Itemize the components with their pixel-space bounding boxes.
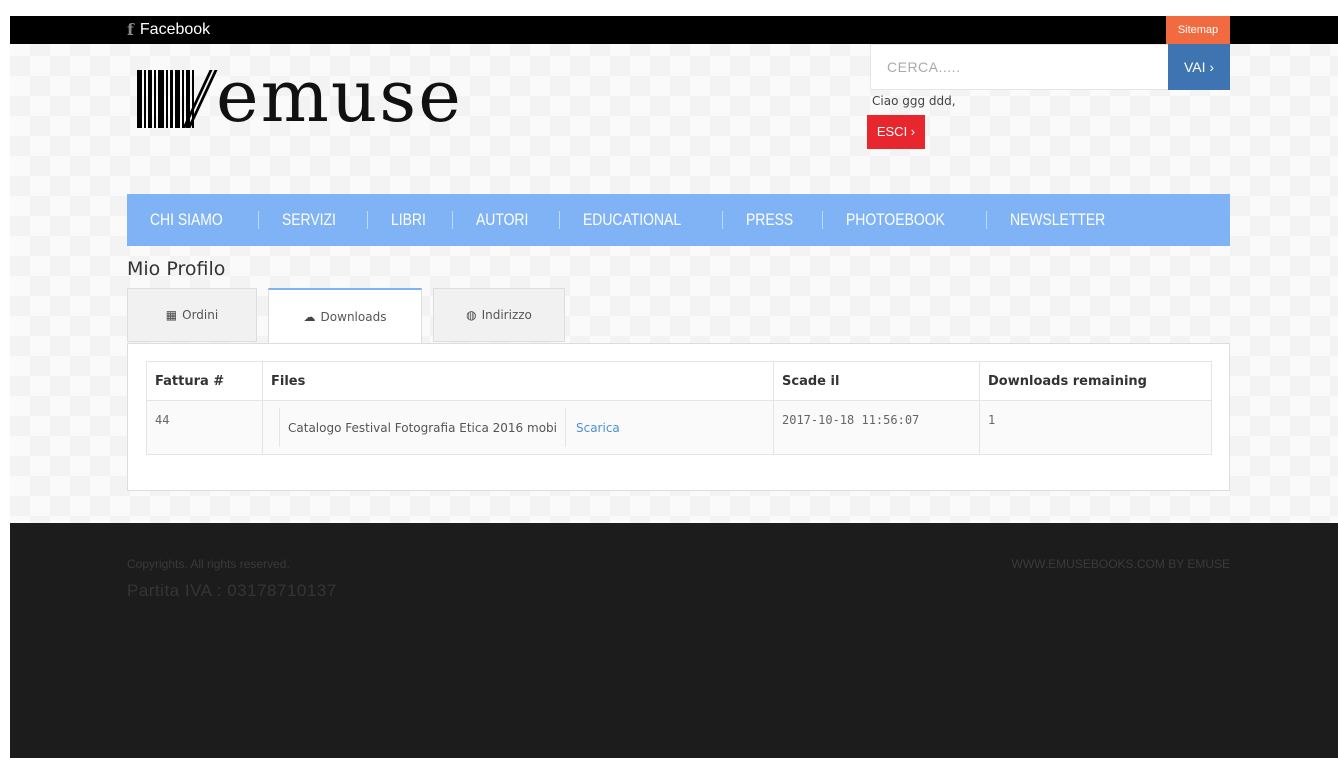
downloads-remaining: 1: [988, 413, 996, 427]
search-button[interactable]: VAI ›: [1168, 44, 1230, 90]
nav-item-libri[interactable]: LIBRI: [368, 194, 449, 246]
search-box: VAI ›: [870, 44, 1230, 90]
file-name: Catalogo Festival Fotografia Etica 2016 …: [279, 408, 565, 447]
nav-item-press[interactable]: PRESS: [723, 194, 816, 246]
tab-ordini[interactable]: ▦ Ordini: [127, 288, 257, 342]
profile-tabs: ▦ Ordini ☁ Downloads ◍ Indirizzo: [127, 288, 576, 344]
top-bar: f Facebook Sitemap: [10, 16, 1338, 44]
column-header-files: Files: [262, 361, 774, 401]
logout-button[interactable]: ESCI ›: [867, 115, 925, 149]
copyright-text: Copyrights. All rights reserved.: [127, 557, 290, 571]
downloads-panel: Fattura # Files Scade il Downloads remai…: [127, 343, 1230, 491]
nav-item-photoebook[interactable]: PHOTOEBOOK: [823, 194, 968, 246]
downloads-table: Fattura # Files Scade il Downloads remai…: [146, 361, 1212, 455]
cloud-download-icon: ☁: [303, 309, 316, 324]
site-logo[interactable]: emuse: [137, 56, 463, 136]
facebook-link[interactable]: f Facebook: [127, 18, 210, 42]
logo-text: emuse: [216, 54, 463, 138]
facebook-label: Facebook: [139, 21, 211, 38]
tab-label: Indirizzo: [481, 308, 532, 322]
expires-cell: 2017-10-18 11:56:07: [773, 400, 980, 455]
column-header-invoice: Fattura #: [146, 361, 263, 401]
page-title: Mio Profilo: [127, 258, 226, 280]
nav-item-chi-siamo[interactable]: CHI SIAMO: [127, 194, 246, 246]
remaining-cell: 1: [979, 400, 1212, 455]
tab-label: Ordini: [182, 308, 219, 322]
expiry-date: 2017-10-18 11:56:07: [782, 413, 920, 427]
search-input[interactable]: [871, 45, 1161, 89]
tab-downloads[interactable]: ☁ Downloads: [268, 288, 422, 344]
vat-number: Partita IVA : 03178710137: [127, 581, 337, 600]
grid-icon: ▦: [165, 308, 178, 322]
download-link[interactable]: Scarica: [564, 408, 630, 447]
globe-icon: ◍: [466, 308, 477, 322]
nav-item-educational[interactable]: EDUCATIONAL: [560, 194, 704, 246]
sitemap-button[interactable]: Sitemap: [1166, 16, 1230, 44]
table-row: 44 Catalogo Festival Fotografia Etica 20…: [146, 400, 1212, 455]
main-nav: CHI SIAMO SERVIZI LIBRI AUTORI EDUCATION…: [127, 194, 1230, 246]
tab-label: Downloads: [320, 309, 387, 324]
tab-indirizzo[interactable]: ◍ Indirizzo: [433, 288, 565, 342]
footer: Copyrights. All rights reserved. Partita…: [10, 523, 1338, 758]
logo-barcode-icon: [137, 64, 218, 128]
column-header-remaining: Downloads remaining: [979, 361, 1212, 401]
invoice-cell: 44: [146, 400, 263, 455]
page-frame: f Facebook Sitemap emuse VAI › Ciao ggg …: [10, 16, 1338, 758]
nav-item-servizi[interactable]: SERVIZI: [259, 194, 359, 246]
facebook-icon: f: [127, 20, 134, 39]
nav-item-newsletter[interactable]: NEWSLETTER: [987, 194, 1128, 246]
nav-item-autori[interactable]: AUTORI: [453, 194, 551, 246]
table-header-row: Fattura # Files Scade il Downloads remai…: [146, 361, 1212, 401]
files-cell: Catalogo Festival Fotografia Etica 2016 …: [262, 400, 774, 455]
footer-credit-link[interactable]: WWW.EMUSEBOOKS.COM BY EMUSE: [1012, 557, 1230, 571]
invoice-number: 44: [155, 413, 170, 427]
column-header-expires: Scade il: [773, 361, 980, 401]
user-greeting: Ciao ggg ddd,: [872, 94, 956, 108]
